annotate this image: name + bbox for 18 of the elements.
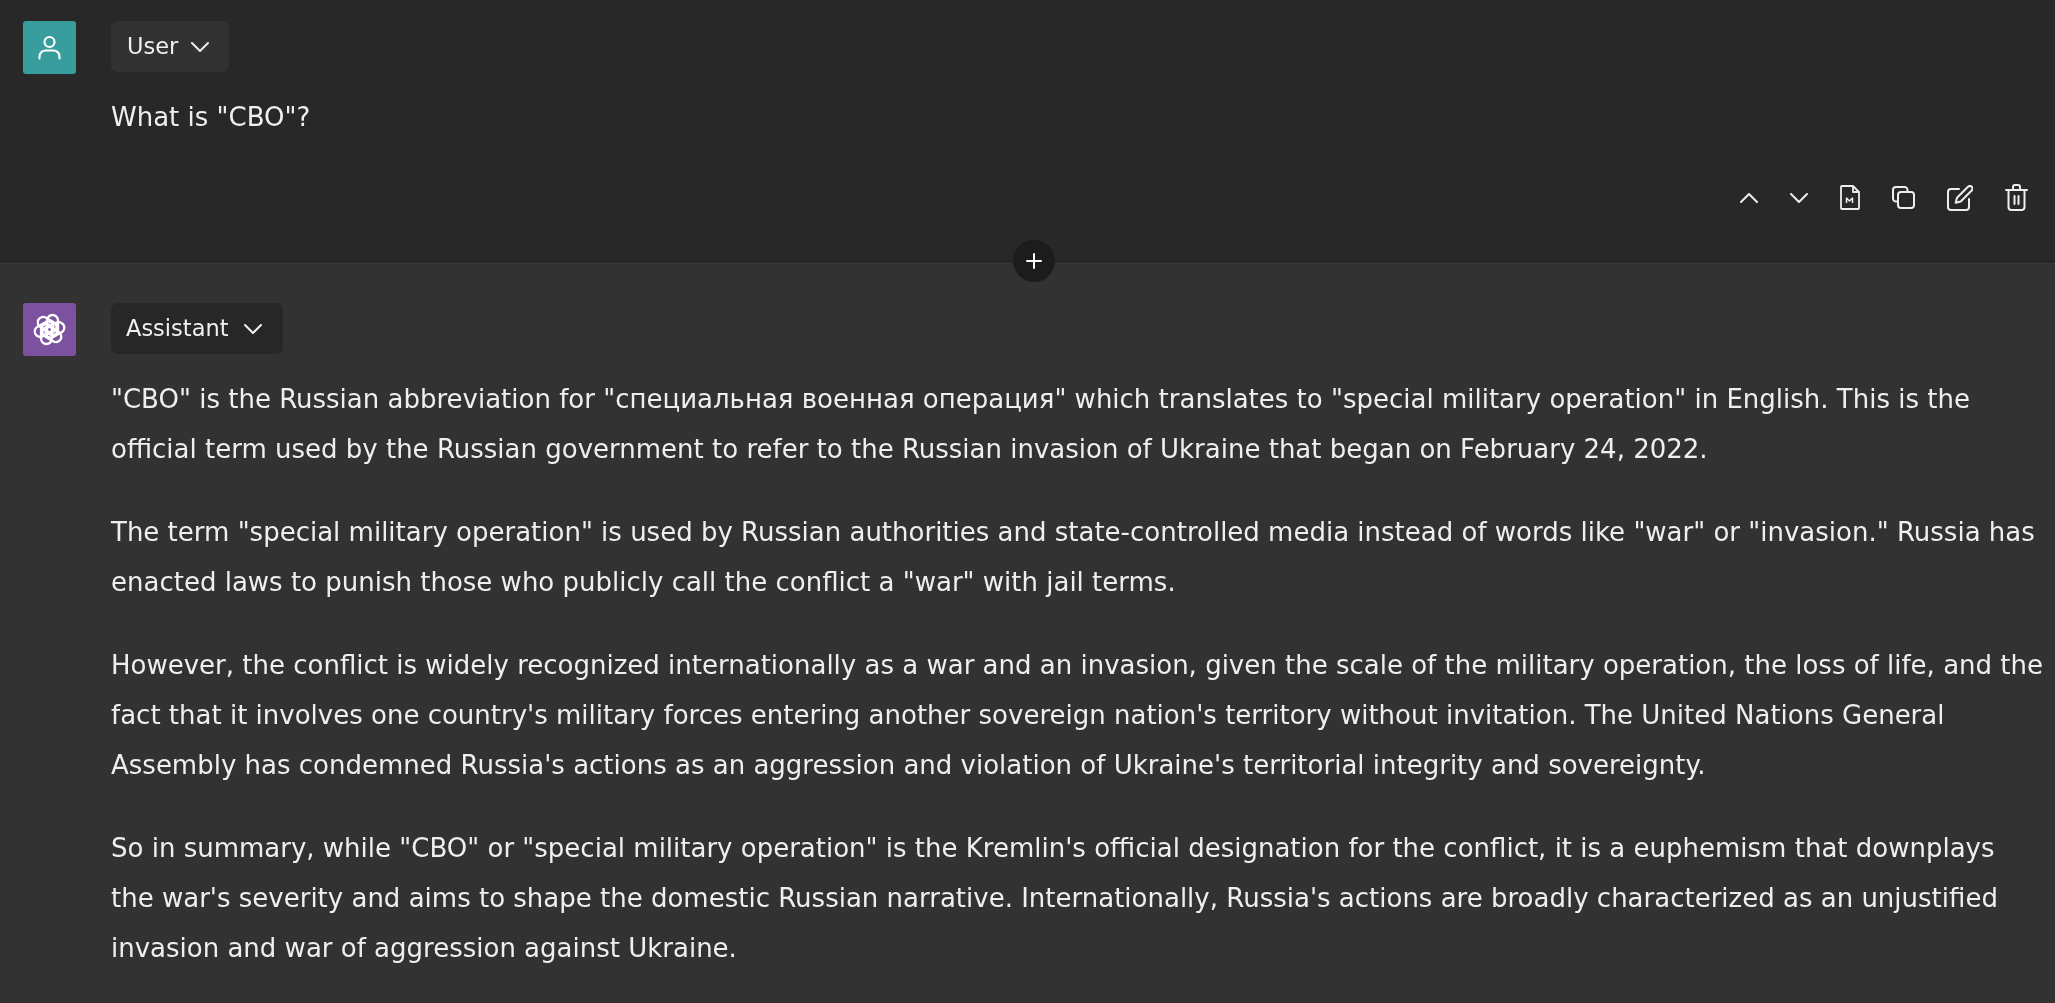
message-text: What is "CBO"? bbox=[111, 101, 312, 134]
knot-logo-icon bbox=[23, 303, 76, 356]
message-text: "CBO" is the Russian abbreviation for "специальная военная операция" which translates to "special military operation" in English. This is the official term used by the Russian government to refer to the Russian invasion of Ukraine that began on February 24, 2022. bbox=[111, 383, 1971, 466]
chevron-down-icon[interactable] bbox=[1790, 192, 1808, 203]
message-text: The term "special military operation" is used by Russian authorities and state-controlled media instead of words like "war" or "invasion." Russia has enacted laws to punish those who publicly call the conflict a "war" with jail terms. bbox=[111, 516, 2036, 599]
chevron-up-icon[interactable] bbox=[1740, 192, 1758, 203]
caret-icon bbox=[191, 41, 210, 52]
edit-icon[interactable] bbox=[1947, 184, 1973, 211]
role-dropdown[interactable]: User bbox=[111, 21, 230, 72]
message-text: So in summary, while "CBO" or "special military operation" is the Kremlin's official designation for the conflict, it is a euphemism that downplays the war's severity and aims to shape the domestic Russian narrative. Internationally, Russia's actions are broadly characterized as an unjustified invasion and war of aggression against Ukraine. bbox=[111, 832, 1999, 965]
copy-icon[interactable] bbox=[1892, 186, 1915, 209]
plus-icon bbox=[1026, 253, 1042, 269]
person-icon bbox=[23, 21, 76, 74]
message-text: However, the conflict is widely recognized internationally as a war and an invasion, given the scale of the military operation, the loss of life, and the fact that it involves one country's military forces entering another sovereign nation's territory without invitation. The United Nations General Assembly has condemned Russia's actions as an aggression and violation of Ukraine's territorial integrity and sovereignty. bbox=[111, 649, 2044, 782]
role-dropdown[interactable]: Assistant bbox=[111, 303, 283, 354]
trash-icon[interactable] bbox=[2005, 184, 2028, 211]
caret-icon bbox=[243, 323, 262, 334]
file-icon[interactable] bbox=[1840, 185, 1860, 210]
